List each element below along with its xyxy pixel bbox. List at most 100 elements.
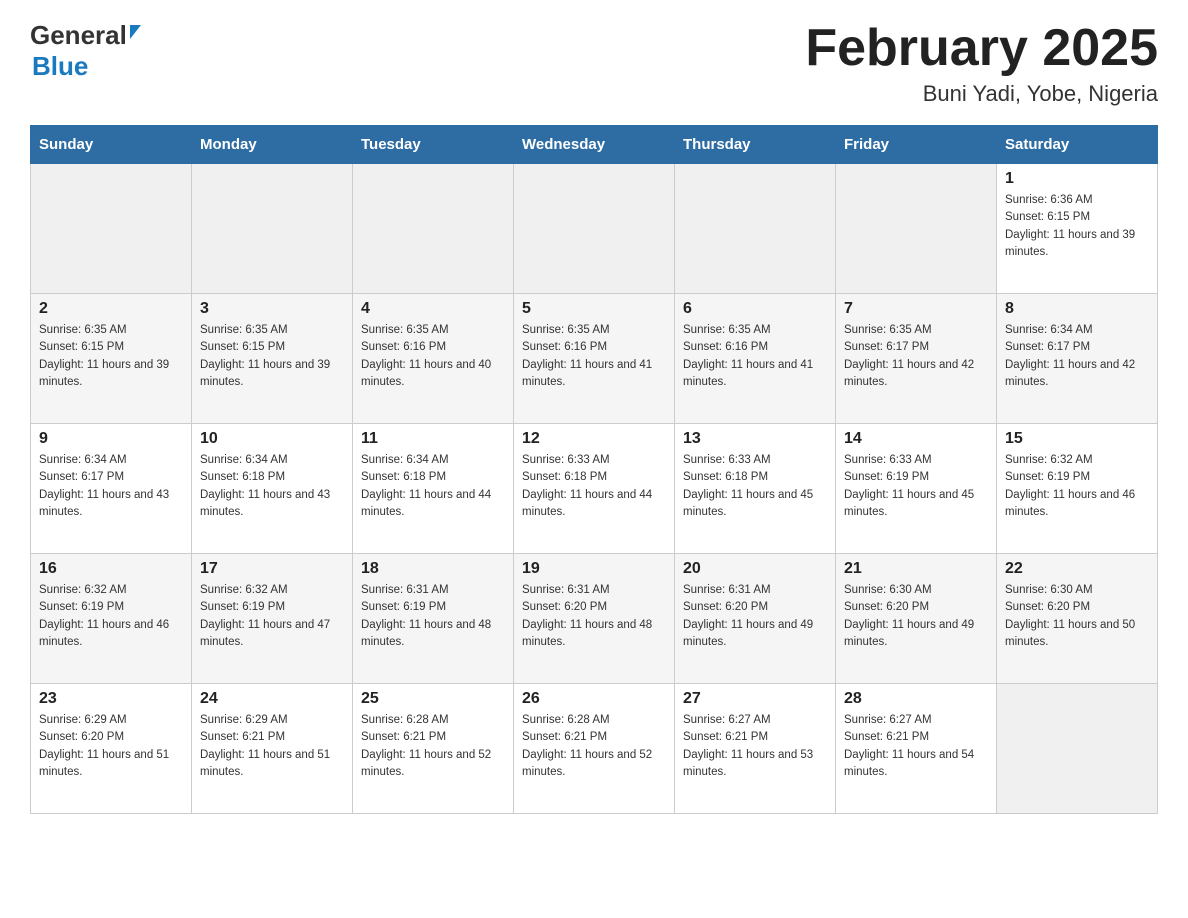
col-monday: Monday [192,126,353,164]
calendar-cell: 19 Sunrise: 6:31 AM Sunset: 6:20 PM Dayli… [514,554,675,684]
calendar-cell: 25 Sunrise: 6:28 AM Sunset: 6:21 PM Dayli… [353,684,514,814]
day-number: 1 [1005,170,1149,188]
day-info: Sunrise: 6:31 AM Sunset: 6:20 PM Dayligh… [522,582,666,651]
title-block: February 2025 Buni Yadi, Yobe, Nigeria [805,20,1158,107]
calendar-cell: 26 Sunrise: 6:28 AM Sunset: 6:21 PM Dayli… [514,684,675,814]
calendar-cell: 6Sunrise: 6:35 AM Sunset: 6:16 PM Daylig… [675,294,836,424]
day-info: Sunrise: 6:28 AM Sunset: 6:21 PM Dayligh… [361,712,505,781]
day-number: 28 [844,690,988,708]
day-info: Sunrise: 6:35 AM Sunset: 6:17 PM Dayligh… [844,322,988,391]
day-number: 22 [1005,560,1149,578]
calendar-week-2: 2 Sunrise: 6:35 AM Sunset: 6:15 PM Daylig… [31,294,1158,424]
day-info: Sunrise: 6:29 AM Sunset: 6:20 PM Dayligh… [39,712,183,781]
calendar-cell: 27Sunrise: 6:27 AM Sunset: 6:21 PM Dayli… [675,684,836,814]
logo: General Blue [30,20,141,82]
calendar-cell: 10 Sunrise: 6:34 AM Sunset: 6:18 PM Dayli… [192,424,353,554]
calendar-cell: 3Sunrise: 6:35 AM Sunset: 6:15 PM Daylig… [192,294,353,424]
calendar-cell: 23 Sunrise: 6:29 AM Sunset: 6:20 PM Dayli… [31,684,192,814]
calendar-cell [514,164,675,294]
calendar-cell: 28 Sunrise: 6:27 AM Sunset: 6:21 PM Dayli… [836,684,997,814]
day-number: 18 [361,560,505,578]
day-info: Sunrise: 6:33 AM Sunset: 6:19 PM Dayligh… [844,452,988,521]
calendar-cell: 14 Sunrise: 6:33 AM Sunset: 6:19 PM Dayli… [836,424,997,554]
day-info: Sunrise: 6:28 AM Sunset: 6:21 PM Dayligh… [522,712,666,781]
calendar-subtitle: Buni Yadi, Yobe, Nigeria [805,81,1158,107]
calendar-cell: 9 Sunrise: 6:34 AM Sunset: 6:17 PM Daylig… [31,424,192,554]
col-saturday: Saturday [997,126,1158,164]
calendar-week-1: 1Sunrise: 6:36 AM Sunset: 6:15 PM Daylig… [31,164,1158,294]
day-info: Sunrise: 6:32 AM Sunset: 6:19 PM Dayligh… [1005,452,1149,521]
day-number: 3 [200,300,344,318]
day-number: 8 [1005,300,1149,318]
calendar-week-3: 9 Sunrise: 6:34 AM Sunset: 6:17 PM Daylig… [31,424,1158,554]
calendar-cell: 13Sunrise: 6:33 AM Sunset: 6:18 PM Dayli… [675,424,836,554]
calendar-week-5: 23 Sunrise: 6:29 AM Sunset: 6:20 PM Dayli… [31,684,1158,814]
day-info: Sunrise: 6:29 AM Sunset: 6:21 PM Dayligh… [200,712,344,781]
day-number: 12 [522,430,666,448]
col-tuesday: Tuesday [353,126,514,164]
calendar-cell [353,164,514,294]
day-info: Sunrise: 6:33 AM Sunset: 6:18 PM Dayligh… [683,452,827,521]
calendar-cell [997,684,1158,814]
day-info: Sunrise: 6:35 AM Sunset: 6:16 PM Dayligh… [522,322,666,391]
day-number: 19 [522,560,666,578]
day-info: Sunrise: 6:32 AM Sunset: 6:19 PM Dayligh… [200,582,344,651]
col-sunday: Sunday [31,126,192,164]
page-header: General Blue February 2025 Buni Yadi, Yo… [30,20,1158,107]
day-number: 2 [39,300,183,318]
day-info: Sunrise: 6:35 AM Sunset: 6:16 PM Dayligh… [361,322,505,391]
day-number: 23 [39,690,183,708]
calendar-cell: 4 Sunrise: 6:35 AM Sunset: 6:16 PM Daylig… [353,294,514,424]
day-info: Sunrise: 6:34 AM Sunset: 6:17 PM Dayligh… [1005,322,1149,391]
logo-general-text: General [30,20,127,51]
day-number: 6 [683,300,827,318]
day-number: 27 [683,690,827,708]
calendar-cell: 20 Sunrise: 6:31 AM Sunset: 6:20 PM Dayli… [675,554,836,684]
day-number: 10 [200,430,344,448]
calendar-cell [675,164,836,294]
calendar-cell: 21Sunrise: 6:30 AM Sunset: 6:20 PM Dayli… [836,554,997,684]
day-number: 21 [844,560,988,578]
col-friday: Friday [836,126,997,164]
day-info: Sunrise: 6:34 AM Sunset: 6:18 PM Dayligh… [361,452,505,521]
day-info: Sunrise: 6:35 AM Sunset: 6:15 PM Dayligh… [39,322,183,391]
calendar-cell: 8 Sunrise: 6:34 AM Sunset: 6:17 PM Daylig… [997,294,1158,424]
calendar-cell: 5 Sunrise: 6:35 AM Sunset: 6:16 PM Daylig… [514,294,675,424]
day-number: 11 [361,430,505,448]
logo-arrow-icon [130,25,141,39]
col-wednesday: Wednesday [514,126,675,164]
day-number: 15 [1005,430,1149,448]
calendar-cell: 12 Sunrise: 6:33 AM Sunset: 6:18 PM Dayli… [514,424,675,554]
day-number: 14 [844,430,988,448]
day-number: 9 [39,430,183,448]
day-number: 5 [522,300,666,318]
calendar-cell [31,164,192,294]
calendar-cell: 2 Sunrise: 6:35 AM Sunset: 6:15 PM Daylig… [31,294,192,424]
calendar-cell: 16Sunrise: 6:32 AM Sunset: 6:19 PM Dayli… [31,554,192,684]
day-info: Sunrise: 6:31 AM Sunset: 6:20 PM Dayligh… [683,582,827,651]
calendar-cell: 18 Sunrise: 6:31 AM Sunset: 6:19 PM Dayli… [353,554,514,684]
calendar-table: Sunday Monday Tuesday Wednesday Thursday… [30,125,1158,814]
day-info: Sunrise: 6:34 AM Sunset: 6:18 PM Dayligh… [200,452,344,521]
calendar-cell: 1Sunrise: 6:36 AM Sunset: 6:15 PM Daylig… [997,164,1158,294]
calendar-cell: 24 Sunrise: 6:29 AM Sunset: 6:21 PM Dayli… [192,684,353,814]
day-info: Sunrise: 6:27 AM Sunset: 6:21 PM Dayligh… [844,712,988,781]
day-number: 20 [683,560,827,578]
calendar-week-4: 16Sunrise: 6:32 AM Sunset: 6:19 PM Dayli… [31,554,1158,684]
logo-blue-text: Blue [32,51,141,82]
day-info: Sunrise: 6:34 AM Sunset: 6:17 PM Dayligh… [39,452,183,521]
calendar-cell [192,164,353,294]
calendar-cell [836,164,997,294]
col-thursday: Thursday [675,126,836,164]
calendar-cell: 7Sunrise: 6:35 AM Sunset: 6:17 PM Daylig… [836,294,997,424]
day-number: 25 [361,690,505,708]
day-number: 24 [200,690,344,708]
day-info: Sunrise: 6:33 AM Sunset: 6:18 PM Dayligh… [522,452,666,521]
calendar-cell: 15 Sunrise: 6:32 AM Sunset: 6:19 PM Dayli… [997,424,1158,554]
day-number: 26 [522,690,666,708]
day-info: Sunrise: 6:32 AM Sunset: 6:19 PM Dayligh… [39,582,183,651]
calendar-cell: 11 Sunrise: 6:34 AM Sunset: 6:18 PM Dayli… [353,424,514,554]
calendar-title: February 2025 [805,20,1158,77]
day-info: Sunrise: 6:31 AM Sunset: 6:19 PM Dayligh… [361,582,505,651]
day-number: 4 [361,300,505,318]
